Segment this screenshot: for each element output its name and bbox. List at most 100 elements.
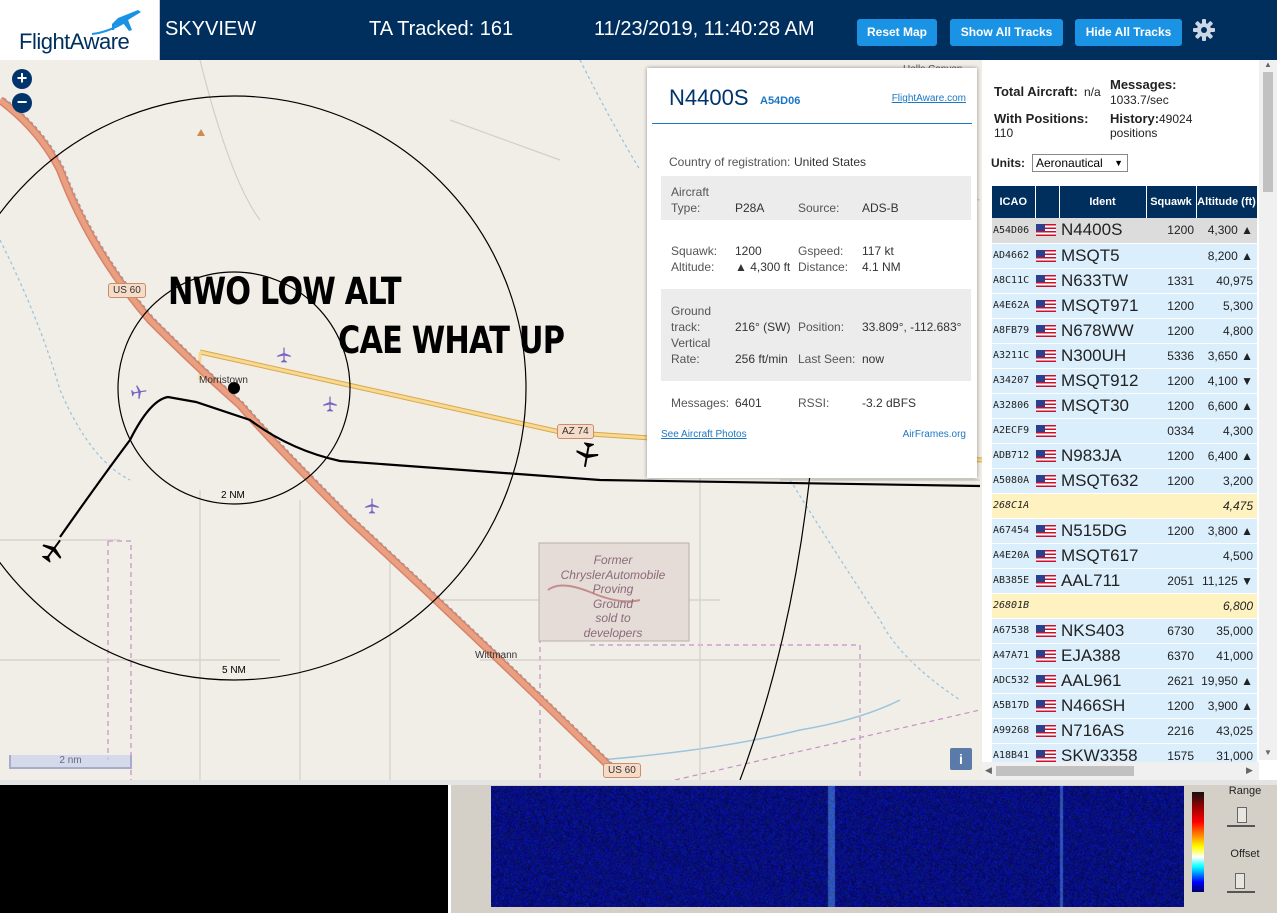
aircraft-photos-link[interactable]: See Aircraft Photos — [661, 429, 747, 440]
total-aircraft-label: Total Aircraft: — [994, 84, 1078, 99]
hide-all-tracks-button[interactable]: Hide All Tracks — [1075, 19, 1182, 46]
table-row[interactable]: A67454 N515DG 1200 3,800 ▲ — [992, 518, 1257, 544]
flightaware-logo[interactable]: FlightAware — [0, 0, 160, 60]
airframes-link[interactable]: AirFrames.org — [903, 429, 966, 440]
aircraft-icon[interactable] — [276, 346, 292, 364]
scroll-left-arrow-icon[interactable]: ◀ — [985, 765, 992, 776]
ident-cell: MSQT971 — [1059, 293, 1146, 319]
table-row[interactable]: A99268 N716AS 2216 43,025 — [992, 718, 1257, 744]
aircraft-icon[interactable] — [322, 395, 338, 413]
top-header: FlightAware SKYVIEW TA Tracked: 161 11/2… — [0, 0, 1277, 60]
table-row[interactable]: A34207 MSQT912 1200 4,100 ▼ — [992, 368, 1257, 394]
aircraft-icon[interactable] — [574, 442, 600, 468]
table-row[interactable]: A67538 NKS403 6730 35,000 — [992, 618, 1257, 644]
table-row[interactable]: 268C1A 4,475 — [992, 493, 1257, 519]
table-row[interactable]: A3211C N300UH 5336 3,650 ▲ — [992, 343, 1257, 369]
icao-cell: AD4662 — [992, 243, 1035, 269]
show-all-tracks-button[interactable]: Show All Tracks — [950, 19, 1063, 46]
altitude-cell: 4,500 — [1196, 543, 1257, 569]
vrate-label: Rate: — [671, 352, 700, 366]
squawk-cell — [1146, 543, 1196, 569]
map-view[interactable]: + − NWO LOW ALT CAE WHAT UP US 60 US 60 … — [0, 60, 982, 780]
app-title: SKYVIEW — [165, 18, 257, 40]
table-row[interactable]: A5B17D N466SH 1200 3,900 ▲ — [992, 693, 1257, 719]
altitude-cell: 6,600 ▲ — [1196, 393, 1257, 419]
icao-cell: A34207 — [992, 368, 1035, 394]
us-flag-icon — [1036, 624, 1056, 637]
icao-cell: A4E20A — [992, 543, 1035, 569]
table-row[interactable]: A2ECF9 0334 4,300 — [992, 418, 1257, 444]
scroll-right-arrow-icon[interactable]: ▶ — [1246, 765, 1253, 776]
scroll-up-arrow-icon[interactable]: ▲ — [1264, 60, 1272, 69]
horizontal-scrollbar[interactable]: ◀ ▶ — [982, 762, 1259, 780]
table-row[interactable]: ADB712 N983JA 1200 6,400 ▲ — [992, 443, 1257, 469]
col-squawk[interactable]: Squawk — [1146, 186, 1197, 218]
col-flag[interactable] — [1035, 186, 1060, 218]
table-row[interactable]: A8FB79 N678WW 1200 4,800 — [992, 318, 1257, 344]
table-row[interactable]: A32806 MSQT30 1200 6,600 ▲ — [992, 393, 1257, 419]
table-row[interactable]: A4E62A MSQT971 1200 5,300 — [992, 293, 1257, 319]
road-shield-us60: US 60 — [108, 283, 146, 298]
popup-registration: N4400S — [669, 85, 749, 110]
aircraft-icon[interactable] — [364, 497, 380, 515]
squawk-cell: 1200 — [1146, 518, 1196, 544]
ident-cell: N983JA — [1059, 443, 1146, 469]
col-icao[interactable]: ICAO — [992, 186, 1036, 218]
logo-text: FlightAware — [19, 29, 130, 54]
zoom-in-button[interactable]: + — [12, 69, 32, 89]
squawk-value: 1200 — [735, 244, 762, 258]
us-flag-icon — [1036, 249, 1056, 262]
gear-icon[interactable] — [1192, 18, 1216, 42]
col-altitude[interactable]: Altitude (ft) — [1196, 186, 1258, 218]
gspeed-value: 117 kt — [862, 244, 894, 258]
flag-cell — [1035, 693, 1059, 719]
table-row[interactable]: AD4662 MSQT5 8,200 ▲ — [992, 243, 1257, 269]
icao-cell: A5080A — [992, 468, 1035, 494]
range-ring-label: 5 NM — [222, 665, 246, 676]
history-label: History: — [1110, 111, 1160, 126]
scroll-down-arrow-icon[interactable]: ▼ — [1264, 748, 1272, 757]
table-row[interactable]: A47A71 EJA388 6370 41,000 — [992, 643, 1257, 669]
zoom-out-button[interactable]: − — [12, 93, 32, 113]
ident-cell: N678WW — [1059, 318, 1146, 344]
offset-slider[interactable] — [1227, 871, 1255, 893]
flag-cell — [1035, 293, 1059, 319]
flightaware-link[interactable]: FlightAware.com — [892, 93, 966, 104]
tracked-count: TA Tracked: 161 — [369, 18, 514, 40]
range-slider[interactable] — [1227, 805, 1255, 827]
col-ident[interactable]: Ident — [1059, 186, 1147, 218]
table-row[interactable]: 26801B 6,800 — [992, 593, 1257, 619]
units-select[interactable]: Aeronautical ▼ — [1032, 154, 1128, 172]
country-value: United States — [794, 155, 867, 169]
table-row[interactable]: A54D06 N4400S 1200 4,300 ▲ — [992, 218, 1257, 244]
last-seen-value: now — [862, 352, 885, 366]
us-flag-icon — [1036, 424, 1056, 437]
ident-cell: MSQT30 — [1059, 393, 1146, 419]
table-row[interactable]: A8C11C N633TW 1331 40,975 — [992, 268, 1257, 294]
scrollbar-thumb[interactable] — [1263, 72, 1273, 192]
info-button[interactable]: i — [950, 748, 972, 770]
range-label: Range — [1228, 785, 1262, 797]
track-label: Ground — [671, 304, 712, 318]
ident-cell: N716AS — [1059, 718, 1146, 744]
scrollbar-thumb[interactable] — [996, 766, 1134, 776]
table-row[interactable]: A4E20A MSQT617 4,500 — [992, 543, 1257, 569]
spectrum-controls: Range Offset — [1213, 785, 1277, 913]
reset-map-button[interactable]: Reset Map — [857, 19, 937, 46]
vertical-scrollbar[interactable]: ▲ ▼ — [1259, 60, 1277, 760]
flag-cell — [1035, 543, 1059, 569]
aircraft-icon[interactable] — [130, 384, 148, 400]
table-row[interactable]: A5080A MSQT632 1200 3,200 — [992, 468, 1257, 494]
aircraft-popup: N4400S A54D06 FlightAware.com Country of… — [647, 68, 977, 478]
ident-cell: MSQT5 — [1059, 243, 1146, 269]
altitude-cell: 43,025 — [1196, 718, 1257, 744]
selected-aircraft-icon[interactable] — [40, 537, 66, 563]
country-label: Country of registration: — [669, 155, 791, 169]
ident-cell: MSQT912 — [1059, 368, 1146, 394]
table-row[interactable]: ADC532 AAL961 2621 19,950 ▲ — [992, 668, 1257, 694]
waterfall-display[interactable] — [491, 786, 1184, 907]
road-shield-us60: US 60 — [603, 763, 641, 778]
squawk-cell: 2621 — [1146, 668, 1196, 694]
table-row[interactable]: AB385E AAL711 2051 11,125 ▼ — [992, 568, 1257, 594]
icao-cell: A2ECF9 — [992, 418, 1035, 444]
